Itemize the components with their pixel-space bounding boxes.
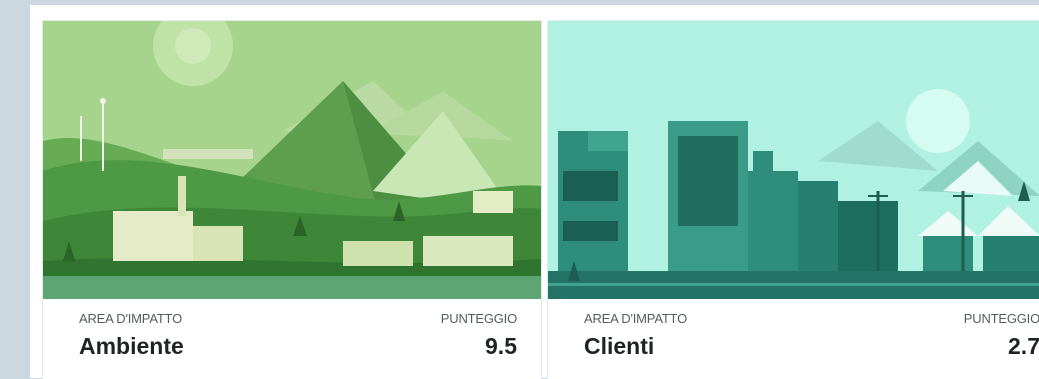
impact-areas-panel: AREA D'IMPATTO PUNTEGGIO Ambiente 9.5 AR… [30,5,1039,379]
city-customers-illustration [548,21,1039,299]
score-value: 9.5 [485,333,517,359]
impact-card-clienti[interactable]: AREA D'IMPATTO PUNTEGGIO Clienti 2.7 [547,20,1039,379]
impact-area-label: AREA D'IMPATTO [584,311,687,326]
score-value: 2.7 [1008,333,1039,359]
card-footer: AREA D'IMPATTO PUNTEGGIO Clienti 2.7 [548,299,1039,379]
score-label: PUNTEGGIO [963,311,1039,326]
impact-area-title: Ambiente [79,333,184,359]
page: AREA D'IMPATTO PUNTEGGIO Ambiente 9.5 AR… [0,0,1039,379]
card-footer: AREA D'IMPATTO PUNTEGGIO Ambiente 9.5 [43,299,541,379]
impact-area-label: AREA D'IMPATTO [79,311,182,326]
impact-card-ambiente[interactable]: AREA D'IMPATTO PUNTEGGIO Ambiente 9.5 [42,20,542,379]
environment-landscape-illustration [43,21,541,299]
impact-area-title: Clienti [584,333,655,359]
score-label: PUNTEGGIO [440,311,517,326]
